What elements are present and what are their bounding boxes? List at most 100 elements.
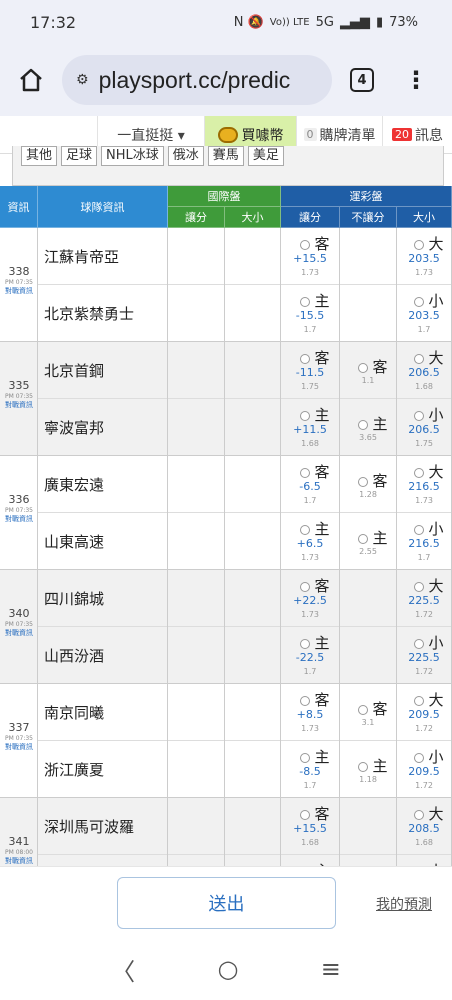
radio-icon[interactable]	[414, 752, 425, 763]
radio-icon[interactable]	[300, 239, 311, 250]
total-option[interactable]: 大 216.5 1.73	[397, 456, 452, 513]
total-option[interactable]: 大 203.5 1.73	[397, 228, 452, 285]
total-line: 216.5	[408, 480, 440, 493]
total-option[interactable]: 大 209.5 1.72	[397, 684, 452, 741]
handicap-option[interactable]: 主 +11.5 1.68	[281, 399, 340, 456]
matchup-info-link[interactable]: 對戰資訊	[0, 628, 38, 638]
handicap-option[interactable]: 客 -11.5 1.75	[281, 342, 340, 399]
sport-filter-chip[interactable]: 賽馬	[207, 146, 244, 166]
radio-icon[interactable]	[358, 533, 369, 544]
radio-icon[interactable]	[300, 524, 311, 535]
radio-icon[interactable]	[414, 695, 425, 706]
tab-switcher-button[interactable]: 4	[350, 68, 374, 92]
handicap-option[interactable]: 客 +22.5 1.73	[281, 570, 340, 627]
handicap-odds: 1.68	[301, 838, 319, 847]
handicap-option[interactable]: 客 +8.5 1.73	[281, 684, 340, 741]
radio-icon[interactable]	[300, 809, 311, 820]
matchup-info-link[interactable]: 對戰資訊	[0, 286, 38, 296]
sport-filter-chip[interactable]: 其他	[21, 146, 58, 166]
radio-icon[interactable]	[414, 410, 425, 421]
radio-icon[interactable]	[414, 239, 425, 250]
matchup-info-link[interactable]: 對戰資訊	[0, 856, 38, 866]
radio-icon[interactable]	[358, 761, 369, 772]
radio-icon[interactable]	[414, 581, 425, 592]
radio-icon[interactable]	[358, 704, 369, 715]
total-option[interactable]: 大 206.5 1.68	[397, 342, 452, 399]
moneyline-odds: 1.18	[359, 775, 377, 784]
url-text[interactable]: playsport.cc/predic	[99, 67, 291, 94]
sport-filter-chip[interactable]: 足球	[61, 146, 98, 166]
total-option[interactable]: 小 225.5 1.72	[397, 627, 452, 684]
total-pick: 小	[397, 632, 451, 653]
total-option[interactable]: 大 208.5 1.68	[397, 798, 452, 855]
handicap-pick: 主	[281, 746, 339, 767]
total-line: 208.5	[408, 822, 440, 835]
home-button-icon[interactable]: ○	[217, 955, 238, 983]
handicap-option[interactable]: 主	[281, 855, 340, 866]
match-info-cell: 336 PM 07:35 對戰資訊	[0, 456, 38, 570]
handicap-option[interactable]: 主 -15.5 1.7	[281, 285, 340, 342]
moneyline-option[interactable]: 主 1.18	[340, 741, 397, 798]
radio-icon[interactable]	[300, 353, 311, 364]
radio-icon[interactable]	[300, 638, 311, 649]
matchup-info-link[interactable]: 對戰資訊	[0, 400, 38, 410]
total-option[interactable]: 小 203.5 1.7	[397, 285, 452, 342]
home-icon[interactable]	[14, 63, 48, 97]
total-odds: 1.72	[415, 667, 433, 676]
radio-icon[interactable]	[414, 809, 425, 820]
total-option[interactable]: 小 209.5 1.72	[397, 741, 452, 798]
handicap-option[interactable]: 客 +15.5 1.73	[281, 228, 340, 285]
moneyline-cell	[340, 285, 397, 342]
my-predictions-link[interactable]: 我的預測	[376, 894, 432, 914]
address-bar[interactable]: ⚙ playsport.cc/predic	[62, 55, 332, 105]
sport-filter-chip[interactable]: NHL冰球	[101, 146, 164, 166]
radio-icon[interactable]	[414, 524, 425, 535]
radio-icon[interactable]	[300, 410, 311, 421]
total-option[interactable]: 大 225.5 1.72	[397, 570, 452, 627]
radio-icon[interactable]	[414, 353, 425, 364]
header-info: 資訊	[0, 186, 38, 228]
total-option[interactable]: 小 216.5 1.7	[397, 513, 452, 570]
handicap-option[interactable]: 客 -6.5 1.7	[281, 456, 340, 513]
sport-filter-chip[interactable]: 美足	[247, 146, 284, 166]
radio-icon[interactable]	[300, 695, 311, 706]
match-row: 337 PM 07:35 對戰資訊 南京同曦客 +8.5 1.73 客 3.1 大 209.5 1.…	[0, 684, 452, 798]
moneyline-option[interactable]: 主 2.55	[340, 513, 397, 570]
handicap-option[interactable]: 主 -8.5 1.7	[281, 741, 340, 798]
sport-filter-chip[interactable]: 俄冰	[167, 146, 204, 166]
total-option[interactable]: 小	[397, 855, 452, 866]
radio-icon[interactable]	[414, 467, 425, 478]
handicap-option[interactable]: 客 +15.5 1.68	[281, 798, 340, 855]
moneyline-option[interactable]: 客 3.1	[340, 684, 397, 741]
matchup-info-link[interactable]: 對戰資訊	[0, 742, 38, 752]
moneyline-option[interactable]: 客 1.1	[340, 342, 397, 399]
handicap-option[interactable]: 主 -22.5 1.7	[281, 627, 340, 684]
sport-filter-strip: 其他 足球 NHL冰球 俄冰 賽馬 美足	[12, 146, 444, 186]
more-menu-icon[interactable]: ⋮	[404, 68, 428, 92]
radio-icon[interactable]	[300, 296, 311, 307]
total-line: 216.5	[408, 537, 440, 550]
radio-icon[interactable]	[300, 581, 311, 592]
moneyline-option[interactable]: 客 1.28	[340, 456, 397, 513]
radio-icon[interactable]	[414, 296, 425, 307]
odds-table: 資訊 球隊資訊 國際盤 讓分 大小 運彩盤 讓分 不讓分 大小 338 PM 07…	[0, 186, 452, 866]
recent-apps-icon[interactable]: ≡	[321, 955, 341, 983]
radio-icon[interactable]	[300, 467, 311, 478]
site-settings-icon[interactable]: ⚙	[76, 72, 89, 88]
moneyline-option[interactable]: 主 3.65	[340, 399, 397, 456]
back-icon[interactable]: 〈	[111, 952, 135, 987]
radio-icon[interactable]	[300, 752, 311, 763]
radio-icon[interactable]	[358, 362, 369, 373]
handicap-pick: 主	[281, 404, 339, 425]
handicap-option[interactable]: 主 +6.5 1.73	[281, 513, 340, 570]
matchup-info-link[interactable]: 對戰資訊	[0, 514, 38, 524]
submit-button[interactable]: 送出	[117, 877, 336, 929]
team-name: 廣東宏遠	[38, 456, 168, 513]
match-row: 338 PM 07:35 對戰資訊 江蘇肯帝亞客 +15.5 1.73 大 203.5 1.73…	[0, 228, 452, 342]
radio-icon[interactable]	[358, 419, 369, 430]
total-option[interactable]: 小 206.5 1.75	[397, 399, 452, 456]
total-line: 209.5	[408, 765, 440, 778]
handicap-pick: 主	[281, 290, 339, 311]
radio-icon[interactable]	[414, 638, 425, 649]
radio-icon[interactable]	[358, 476, 369, 487]
